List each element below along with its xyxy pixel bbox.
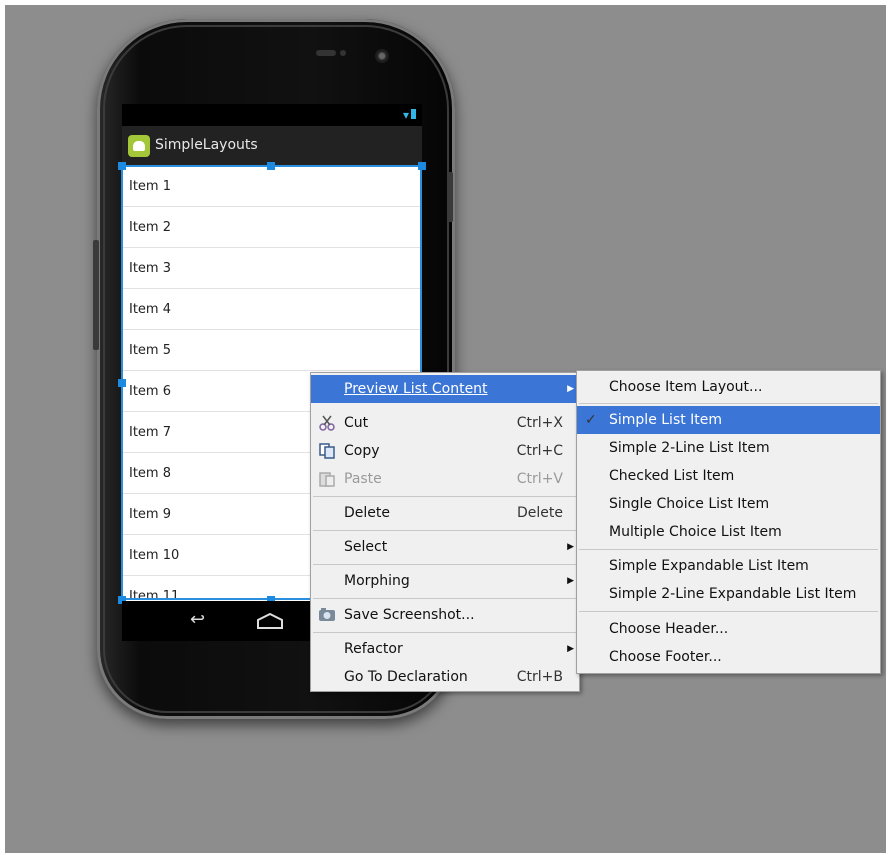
list-item[interactable]: Item 2 (122, 207, 422, 248)
submenu-item-choose-item-layout[interactable]: Choose Item Layout... (577, 373, 880, 401)
status-icons: ▾ (403, 108, 416, 122)
front-camera (375, 49, 389, 63)
scissors-icon (319, 415, 335, 431)
battery-icon (411, 109, 416, 119)
menu-separator (313, 530, 577, 531)
action-bar: SimpleLayouts (122, 126, 422, 167)
menu-separator (579, 403, 878, 404)
menu-item-preview-list-content[interactable]: Preview List Content ▶ (311, 375, 579, 403)
menu-item-shortcut: Ctrl+C (516, 443, 563, 459)
menu-item-label: Single Choice List Item (609, 496, 770, 512)
submenu-item-simple-list-item[interactable]: ✓ Simple List Item (577, 406, 880, 434)
menu-item-label: Copy (344, 443, 380, 459)
menu-item-label: Morphing (344, 573, 410, 589)
menu-separator (313, 496, 577, 497)
menu-item-save-screenshot[interactable]: Save Screenshot... (311, 601, 579, 629)
menu-item-label: Multiple Choice List Item (609, 524, 782, 540)
menu-item-label: Cut (344, 415, 369, 431)
submenu-item-choose-header[interactable]: Choose Header... (577, 615, 880, 643)
submenu-item-simple-2-line-list-item[interactable]: Simple 2-Line List Item (577, 434, 880, 462)
list-item[interactable]: Item 1 (122, 166, 422, 207)
resize-handle[interactable] (267, 162, 275, 170)
menu-item-label: Select (344, 539, 388, 555)
menu-item-shortcut: Delete (517, 505, 563, 521)
phone-speaker (316, 50, 336, 56)
menu-item-cut[interactable]: Cut Ctrl+X (311, 409, 579, 437)
wifi-icon: ▾ (402, 108, 409, 122)
checkmark-icon: ✓ (585, 412, 597, 428)
menu-separator (579, 611, 878, 612)
volume-button (447, 172, 453, 222)
app-title: SimpleLayouts (155, 137, 258, 153)
paste-icon (319, 472, 335, 487)
resize-handle[interactable] (118, 162, 126, 170)
list-item[interactable]: Item 4 (122, 289, 422, 330)
camera-icon (319, 608, 335, 621)
menu-item-refactor[interactable]: Refactor ▶ (311, 635, 579, 663)
menu-item-morphing[interactable]: Morphing ▶ (311, 567, 579, 595)
menu-item-paste: Paste Ctrl+V (311, 465, 579, 493)
submenu-arrow-icon: ▶ (567, 542, 574, 552)
menu-item-label: Choose Header... (609, 621, 729, 637)
submenu-arrow-icon: ▶ (567, 644, 574, 654)
copy-icon (319, 443, 335, 459)
home-nav-icon[interactable] (256, 613, 284, 629)
menu-item-label: Paste (344, 471, 382, 487)
submenu-item-checked-list-item[interactable]: Checked List Item (577, 462, 880, 490)
menu-item-label: Checked List Item (609, 468, 735, 484)
preview-list-content-submenu: Choose Item Layout... ✓ Simple List Item… (576, 370, 881, 674)
menu-item-label: Preview List Content (344, 381, 488, 397)
menu-item-label: Simple 2-Line Expandable List Item (609, 586, 857, 602)
menu-item-label: Simple 2-Line List Item (609, 440, 770, 456)
menu-item-copy[interactable]: Copy Ctrl+C (311, 437, 579, 465)
phone-sensor (340, 50, 346, 56)
menu-separator (579, 549, 878, 550)
menu-item-label: Simple Expandable List Item (609, 558, 809, 574)
menu-item-label: Choose Item Layout... (609, 379, 763, 395)
menu-item-go-to-declaration[interactable]: Go To Declaration Ctrl+B (311, 663, 579, 691)
menu-item-shortcut: Ctrl+B (516, 669, 563, 685)
menu-item-label: Refactor (344, 641, 403, 657)
menu-item-delete[interactable]: Delete Delete (311, 499, 579, 527)
android-app-icon (128, 135, 150, 157)
menu-item-label: Choose Footer... (609, 649, 722, 665)
context-menu: Preview List Content ▶ Cut Ctrl+X Copy C… (310, 372, 580, 692)
back-nav-icon[interactable]: ↩ (190, 609, 205, 630)
menu-item-shortcut: Ctrl+V (516, 471, 563, 487)
submenu-arrow-icon: ▶ (567, 576, 574, 586)
menu-item-shortcut: Ctrl+X (516, 415, 563, 431)
menu-separator (313, 598, 577, 599)
menu-item-select[interactable]: Select ▶ (311, 533, 579, 561)
resize-handle[interactable] (118, 379, 126, 387)
status-bar: ▾ (122, 104, 422, 126)
menu-separator (313, 564, 577, 565)
menu-item-label: Simple List Item (609, 412, 723, 428)
submenu-item-simple-2-line-expandable-list-item[interactable]: Simple 2-Line Expandable List Item (577, 580, 880, 608)
power-button (93, 240, 99, 350)
submenu-item-simple-expandable-list-item[interactable]: Simple Expandable List Item (577, 552, 880, 580)
menu-separator (313, 632, 577, 633)
submenu-arrow-icon: ▶ (567, 384, 574, 394)
submenu-item-multiple-choice-list-item[interactable]: Multiple Choice List Item (577, 518, 880, 546)
submenu-item-choose-footer[interactable]: Choose Footer... (577, 643, 880, 671)
resize-handle[interactable] (418, 162, 426, 170)
menu-item-label: Save Screenshot... (344, 607, 475, 623)
list-item[interactable]: Item 3 (122, 248, 422, 289)
menu-item-label: Delete (344, 505, 390, 521)
list-item[interactable]: Item 5 (122, 330, 422, 371)
menu-item-label: Go To Declaration (344, 669, 468, 685)
submenu-item-single-choice-list-item[interactable]: Single Choice List Item (577, 490, 880, 518)
